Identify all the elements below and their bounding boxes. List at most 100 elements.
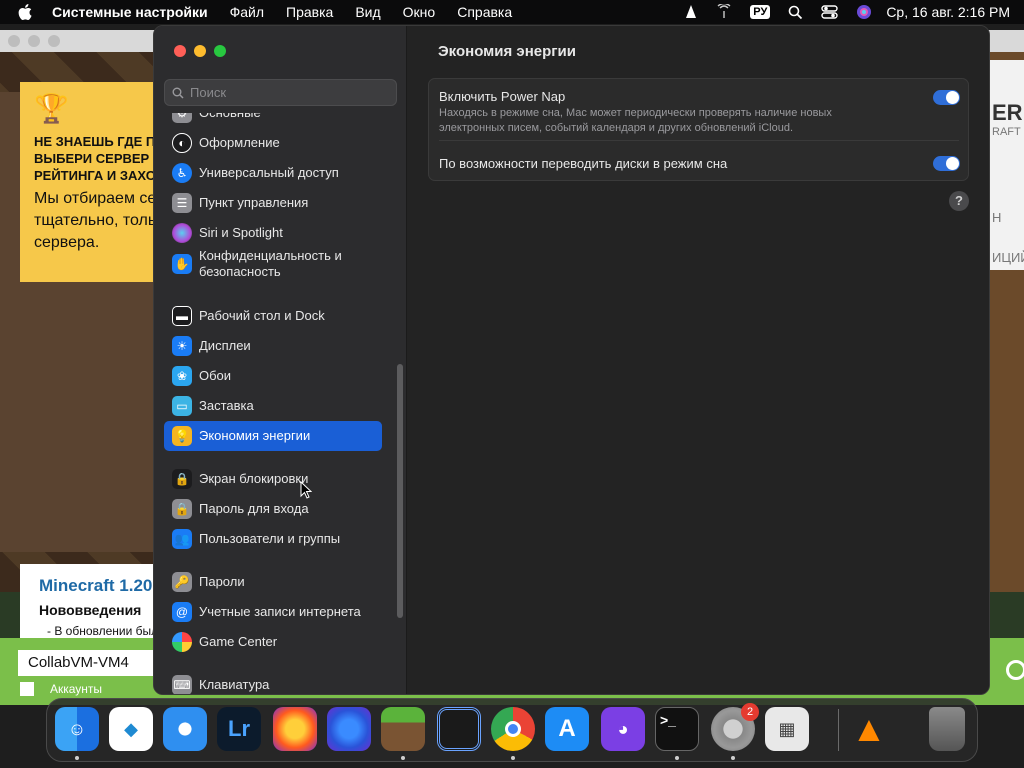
sidebar-item-energy-saver[interactable]: 💡 Экономия энергии bbox=[164, 421, 382, 451]
trash-icon[interactable] bbox=[929, 707, 965, 751]
window-controls bbox=[174, 45, 234, 57]
sidebar-item-game-center[interactable]: Game Center bbox=[164, 627, 382, 657]
menu-view[interactable]: Вид bbox=[355, 4, 380, 20]
menu-clock[interactable]: Ср, 16 авг. 2:16 PM bbox=[886, 4, 1010, 20]
vlc-status-icon[interactable] bbox=[684, 4, 698, 20]
vlc-icon[interactable]: ▲ bbox=[847, 707, 891, 751]
safari-icon[interactable]: ✦ bbox=[163, 707, 207, 751]
github-icon[interactable]: ◕ bbox=[601, 707, 645, 751]
sidebar-item-accessibility[interactable]: ♿ Универсальный доступ bbox=[164, 158, 382, 188]
input-language-indicator[interactable]: РУ bbox=[750, 5, 771, 19]
menu-bar: Системные настройки Файл Правка Вид Окно… bbox=[0, 0, 1024, 24]
chrome-icon[interactable] bbox=[491, 707, 535, 751]
menu-file[interactable]: Файл bbox=[230, 4, 264, 20]
settings-sidebar: ⚙ Основные ◐ Оформление ♿ Универсальный … bbox=[154, 26, 407, 694]
right-text-4: ИЦИЙ bbox=[992, 250, 1024, 265]
hand-icon: ✋ bbox=[172, 254, 192, 274]
vm-settings-gear-icon[interactable] bbox=[1006, 660, 1024, 680]
disk-sleep-row: По возможности переводить диски в режим … bbox=[429, 141, 968, 181]
padlock-icon: 🔒 bbox=[172, 499, 192, 519]
terminal-icon[interactable]: >_ bbox=[655, 707, 699, 751]
apple-logo-icon[interactable] bbox=[18, 4, 34, 20]
app-store-icon[interactable]: A bbox=[545, 707, 589, 751]
sidebar-item-appearance[interactable]: ◐ Оформление bbox=[164, 128, 382, 158]
sidebar-item-displays[interactable]: ☀ Дисплеи bbox=[164, 331, 382, 361]
power-nap-label: Включить Power Nap bbox=[439, 89, 566, 104]
right-text-1: ER bbox=[992, 100, 1023, 125]
vm-name-field[interactable]: CollabVM-VM4 bbox=[18, 650, 158, 676]
server-rating-card[interactable]: 🏆 НЕ ЗНАЕШЬ ГДЕ ПОИГРАТЬ? ВЫБЕРИ СЕРВЕР … bbox=[20, 82, 160, 282]
right-text-3: Н bbox=[992, 210, 1002, 225]
power-nap-row: Включить Power Nap Находясь в режиме сна… bbox=[429, 79, 968, 141]
accounts-checkbox-row[interactable]: Аккаунты bbox=[20, 682, 102, 696]
sidebar-item-label: Конфиденциальность и безопасность bbox=[199, 248, 342, 279]
running-indicator bbox=[511, 756, 515, 760]
sidebar-item-label: Game Center bbox=[199, 634, 278, 649]
sidebar-scrollbar[interactable] bbox=[397, 364, 403, 618]
sidebar-item-wallpaper[interactable]: ❀ Обои bbox=[164, 361, 382, 391]
sidebar-item-label: Основные bbox=[199, 113, 261, 121]
settings-content-pane: Экономия энергии Включить Power Nap Нахо… bbox=[408, 26, 989, 694]
control-center-icon[interactable] bbox=[821, 5, 839, 19]
spotlight-search-icon[interactable] bbox=[788, 5, 803, 20]
zoom-button[interactable] bbox=[214, 45, 226, 57]
menu-window[interactable]: Окно bbox=[403, 4, 436, 20]
sidebar-item-label: Экономия энергии bbox=[199, 428, 311, 443]
menu-help[interactable]: Справка bbox=[457, 4, 512, 20]
power-nap-description: Находясь в режиме сна, Mac может периоди… bbox=[439, 107, 832, 134]
display-icon: ☀ bbox=[172, 336, 192, 356]
running-indicator bbox=[401, 756, 405, 760]
power-nap-toggle[interactable] bbox=[933, 90, 960, 105]
article-text: - В обновлении был bbox=[47, 624, 159, 638]
sidebar-item-lock-screen[interactable]: 🔒 Экран блокировки bbox=[164, 464, 382, 494]
minimize-button[interactable] bbox=[194, 45, 206, 57]
article-title[interactable]: Minecraft 1.20 bbox=[39, 576, 160, 596]
sidebar-item-login-password[interactable]: 🔒 Пароль для входа bbox=[164, 494, 382, 524]
search-input[interactable] bbox=[190, 85, 380, 100]
screensaver-icon: ▭ bbox=[172, 396, 192, 416]
accounts-checkbox[interactable] bbox=[20, 682, 34, 696]
bg-minimize-button[interactable] bbox=[28, 35, 40, 47]
bg-zoom-button[interactable] bbox=[48, 35, 60, 47]
sidebar-item-screensaver[interactable]: ▭ Заставка bbox=[164, 391, 382, 421]
bg-close-button[interactable] bbox=[8, 35, 20, 47]
minecraft-icon[interactable] bbox=[381, 707, 425, 751]
running-indicator bbox=[75, 756, 79, 760]
disk-sleep-toggle[interactable] bbox=[933, 156, 960, 171]
sidebar-item-general[interactable]: ⚙ Основные bbox=[164, 113, 382, 128]
sidebar-list: ⚙ Основные ◐ Оформление ♿ Универсальный … bbox=[154, 113, 407, 694]
firefox-icon[interactable] bbox=[273, 707, 317, 751]
close-button[interactable] bbox=[174, 45, 186, 57]
sidebar-item-internet-accounts[interactable]: @ Учетные записи интернета bbox=[164, 597, 382, 627]
lock-screen-icon: 🔒 bbox=[172, 469, 192, 489]
sidebar-item-siri[interactable]: Siri и Spotlight bbox=[164, 218, 382, 248]
energy-icon: 💡 bbox=[172, 426, 192, 446]
sidebar-item-desktop-dock[interactable]: ▬ Рабочий стол и Dock bbox=[164, 301, 382, 331]
siri-icon[interactable] bbox=[856, 4, 872, 20]
vscode-icon[interactable]: ◆ bbox=[109, 707, 153, 751]
accounts-label: Аккаунты bbox=[50, 682, 103, 696]
help-button[interactable]: ? bbox=[949, 191, 969, 211]
lightroom-icon[interactable]: Lr bbox=[217, 707, 261, 751]
mouse-cursor-icon bbox=[300, 481, 312, 499]
sidebar-search[interactable] bbox=[164, 79, 397, 106]
menu-app-name[interactable]: Системные настройки bbox=[52, 4, 208, 20]
system-settings-icon[interactable]: 2 bbox=[711, 703, 759, 751]
menu-edit[interactable]: Правка bbox=[286, 4, 333, 20]
hyper-icon[interactable] bbox=[437, 707, 481, 751]
wallpaper-icon: ❀ bbox=[172, 366, 192, 386]
finder-icon[interactable]: ☺ bbox=[55, 707, 99, 751]
sidebar-item-privacy[interactable]: ✋ Конфиденциальность и безопасность bbox=[164, 246, 382, 282]
right-edge-page: ER RAFT Н ИЦИЙ bbox=[988, 60, 1024, 270]
appearance-icon: ◐ bbox=[172, 133, 192, 153]
dock-separator bbox=[838, 709, 839, 751]
sidebar-item-label: Рабочий стол и Dock bbox=[199, 308, 325, 323]
sidebar-item-keyboard[interactable]: ⌨ Клавиатура bbox=[164, 670, 382, 694]
sidebar-item-passwords[interactable]: 🔑 Пароли bbox=[164, 567, 382, 597]
firefox-developer-icon[interactable] bbox=[327, 707, 371, 751]
desktop-dock-icon: ▬ bbox=[172, 306, 192, 326]
launchpad-icon[interactable]: ▦ bbox=[765, 707, 809, 751]
sidebar-item-control-center[interactable]: ☰ Пункт управления bbox=[164, 188, 382, 218]
network-status-icon[interactable] bbox=[716, 4, 732, 20]
sidebar-item-users-groups[interactable]: 👥 Пользователи и группы bbox=[164, 524, 382, 554]
